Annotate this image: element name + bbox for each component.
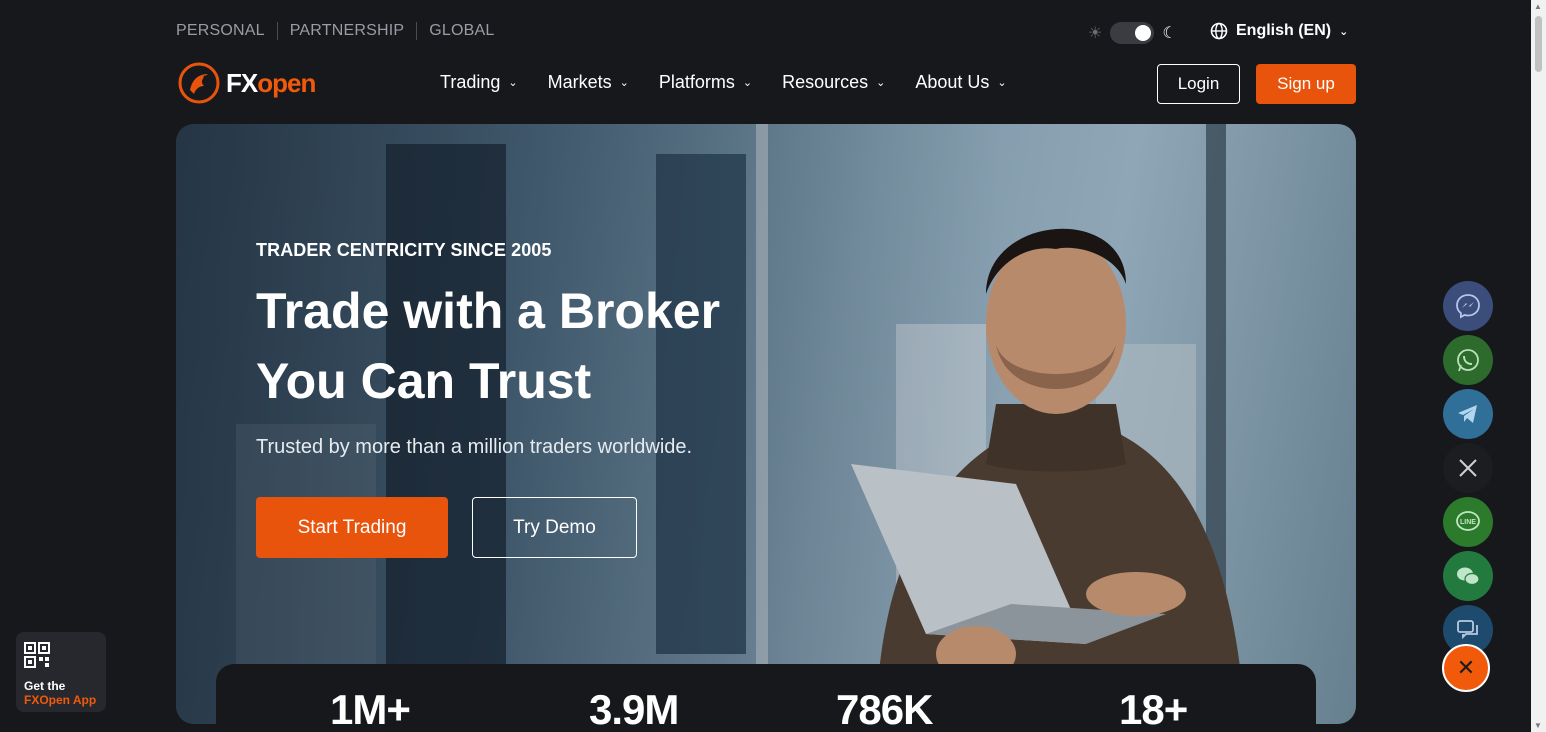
- moon-icon: ☾: [1162, 25, 1177, 42]
- signup-button[interactable]: Sign up: [1256, 64, 1356, 104]
- start-trading-button[interactable]: Start Trading: [256, 497, 448, 558]
- brand-logo[interactable]: FXopen: [178, 62, 316, 104]
- wechat-icon[interactable]: [1443, 551, 1493, 601]
- whatsapp-icon[interactable]: [1443, 335, 1493, 385]
- chevron-down-icon: ⌄: [1339, 25, 1349, 38]
- chevron-down-icon: ⌄: [742, 77, 753, 89]
- x-icon[interactable]: [1443, 443, 1493, 493]
- language-label: English (EN): [1236, 22, 1332, 39]
- nav-markets[interactable]: Markets ⌄: [548, 72, 629, 93]
- close-social-button[interactable]: ✕: [1442, 644, 1490, 692]
- stat-value: 3.9M: [589, 686, 679, 732]
- qr-code-icon: [24, 642, 50, 668]
- nav-platforms[interactable]: Platforms ⌄: [659, 72, 752, 93]
- globe-icon: [1210, 22, 1228, 40]
- messenger-icon[interactable]: [1443, 281, 1493, 331]
- hero-eyebrow: TRADER CENTRICITY SINCE 2005: [256, 240, 552, 260]
- nav-trading[interactable]: Trading ⌄: [440, 72, 518, 93]
- line-icon[interactable]: LINE: [1443, 497, 1493, 547]
- try-demo-button[interactable]: Try Demo: [472, 497, 637, 558]
- sun-icon: ☀: [1088, 25, 1103, 42]
- app-promo-line2: FXOpen App: [24, 693, 97, 707]
- chevron-down-icon: ⌄: [997, 77, 1007, 89]
- hero-headline: Trade with a Broker You Can Trust: [256, 283, 721, 409]
- hero-banner: TRADER CENTRICITY SINCE 2005 Trade with …: [176, 124, 1356, 724]
- stats-card: 1M+ 3.9M 786K 18+: [216, 664, 1316, 732]
- nav-resources[interactable]: Resources ⌄: [782, 72, 885, 93]
- hero-person-photo: [851, 228, 1246, 724]
- scroll-up-icon[interactable]: ▲: [1534, 2, 1542, 11]
- svg-text:LINE: LINE: [1460, 519, 1476, 526]
- main-nav: Trading ⌄ Markets ⌄ Platforms ⌄ Resources ⌄ …: [440, 72, 1037, 93]
- theme-toggle[interactable]: ☀ ☾: [1088, 22, 1177, 44]
- dragon-logo-icon: [178, 62, 220, 104]
- stat-value: 786K: [836, 686, 933, 732]
- stat-value: 1M+: [330, 686, 411, 732]
- switch-knob: [1135, 25, 1152, 41]
- chevron-down-icon: ⌄: [876, 77, 886, 89]
- link-partnership[interactable]: PARTNERSHIP: [276, 22, 417, 40]
- scroll-down-icon[interactable]: ▼: [1534, 721, 1542, 730]
- language-selector[interactable]: English (EN) ⌄: [1210, 22, 1348, 40]
- scroll-thumb[interactable]: [1535, 16, 1542, 72]
- page-scrollbar[interactable]: ▲ ▼: [1531, 0, 1546, 732]
- login-button[interactable]: Login: [1157, 64, 1240, 104]
- top-links: PERSONAL PARTNERSHIP GLOBAL: [176, 22, 507, 40]
- app-promo-line1: Get the: [24, 679, 66, 693]
- app-download-card[interactable]: Get the FXOpen App: [16, 632, 106, 712]
- link-global[interactable]: GLOBAL: [416, 22, 506, 40]
- hero-subline: Trusted by more than a million traders w…: [256, 436, 693, 458]
- theme-switch[interactable]: [1110, 22, 1155, 44]
- link-personal[interactable]: PERSONAL: [176, 22, 277, 40]
- telegram-icon[interactable]: [1443, 389, 1493, 439]
- chevron-down-icon: ⌄: [619, 77, 629, 89]
- brand-wordmark: FXopen: [226, 67, 316, 98]
- nav-about-us[interactable]: About Us ⌄: [915, 72, 1006, 93]
- close-icon: ✕: [1456, 655, 1476, 680]
- stat-value: 18+: [1119, 686, 1188, 732]
- social-links: LINE: [1443, 281, 1493, 655]
- chevron-down-icon: ⌄: [508, 77, 518, 89]
